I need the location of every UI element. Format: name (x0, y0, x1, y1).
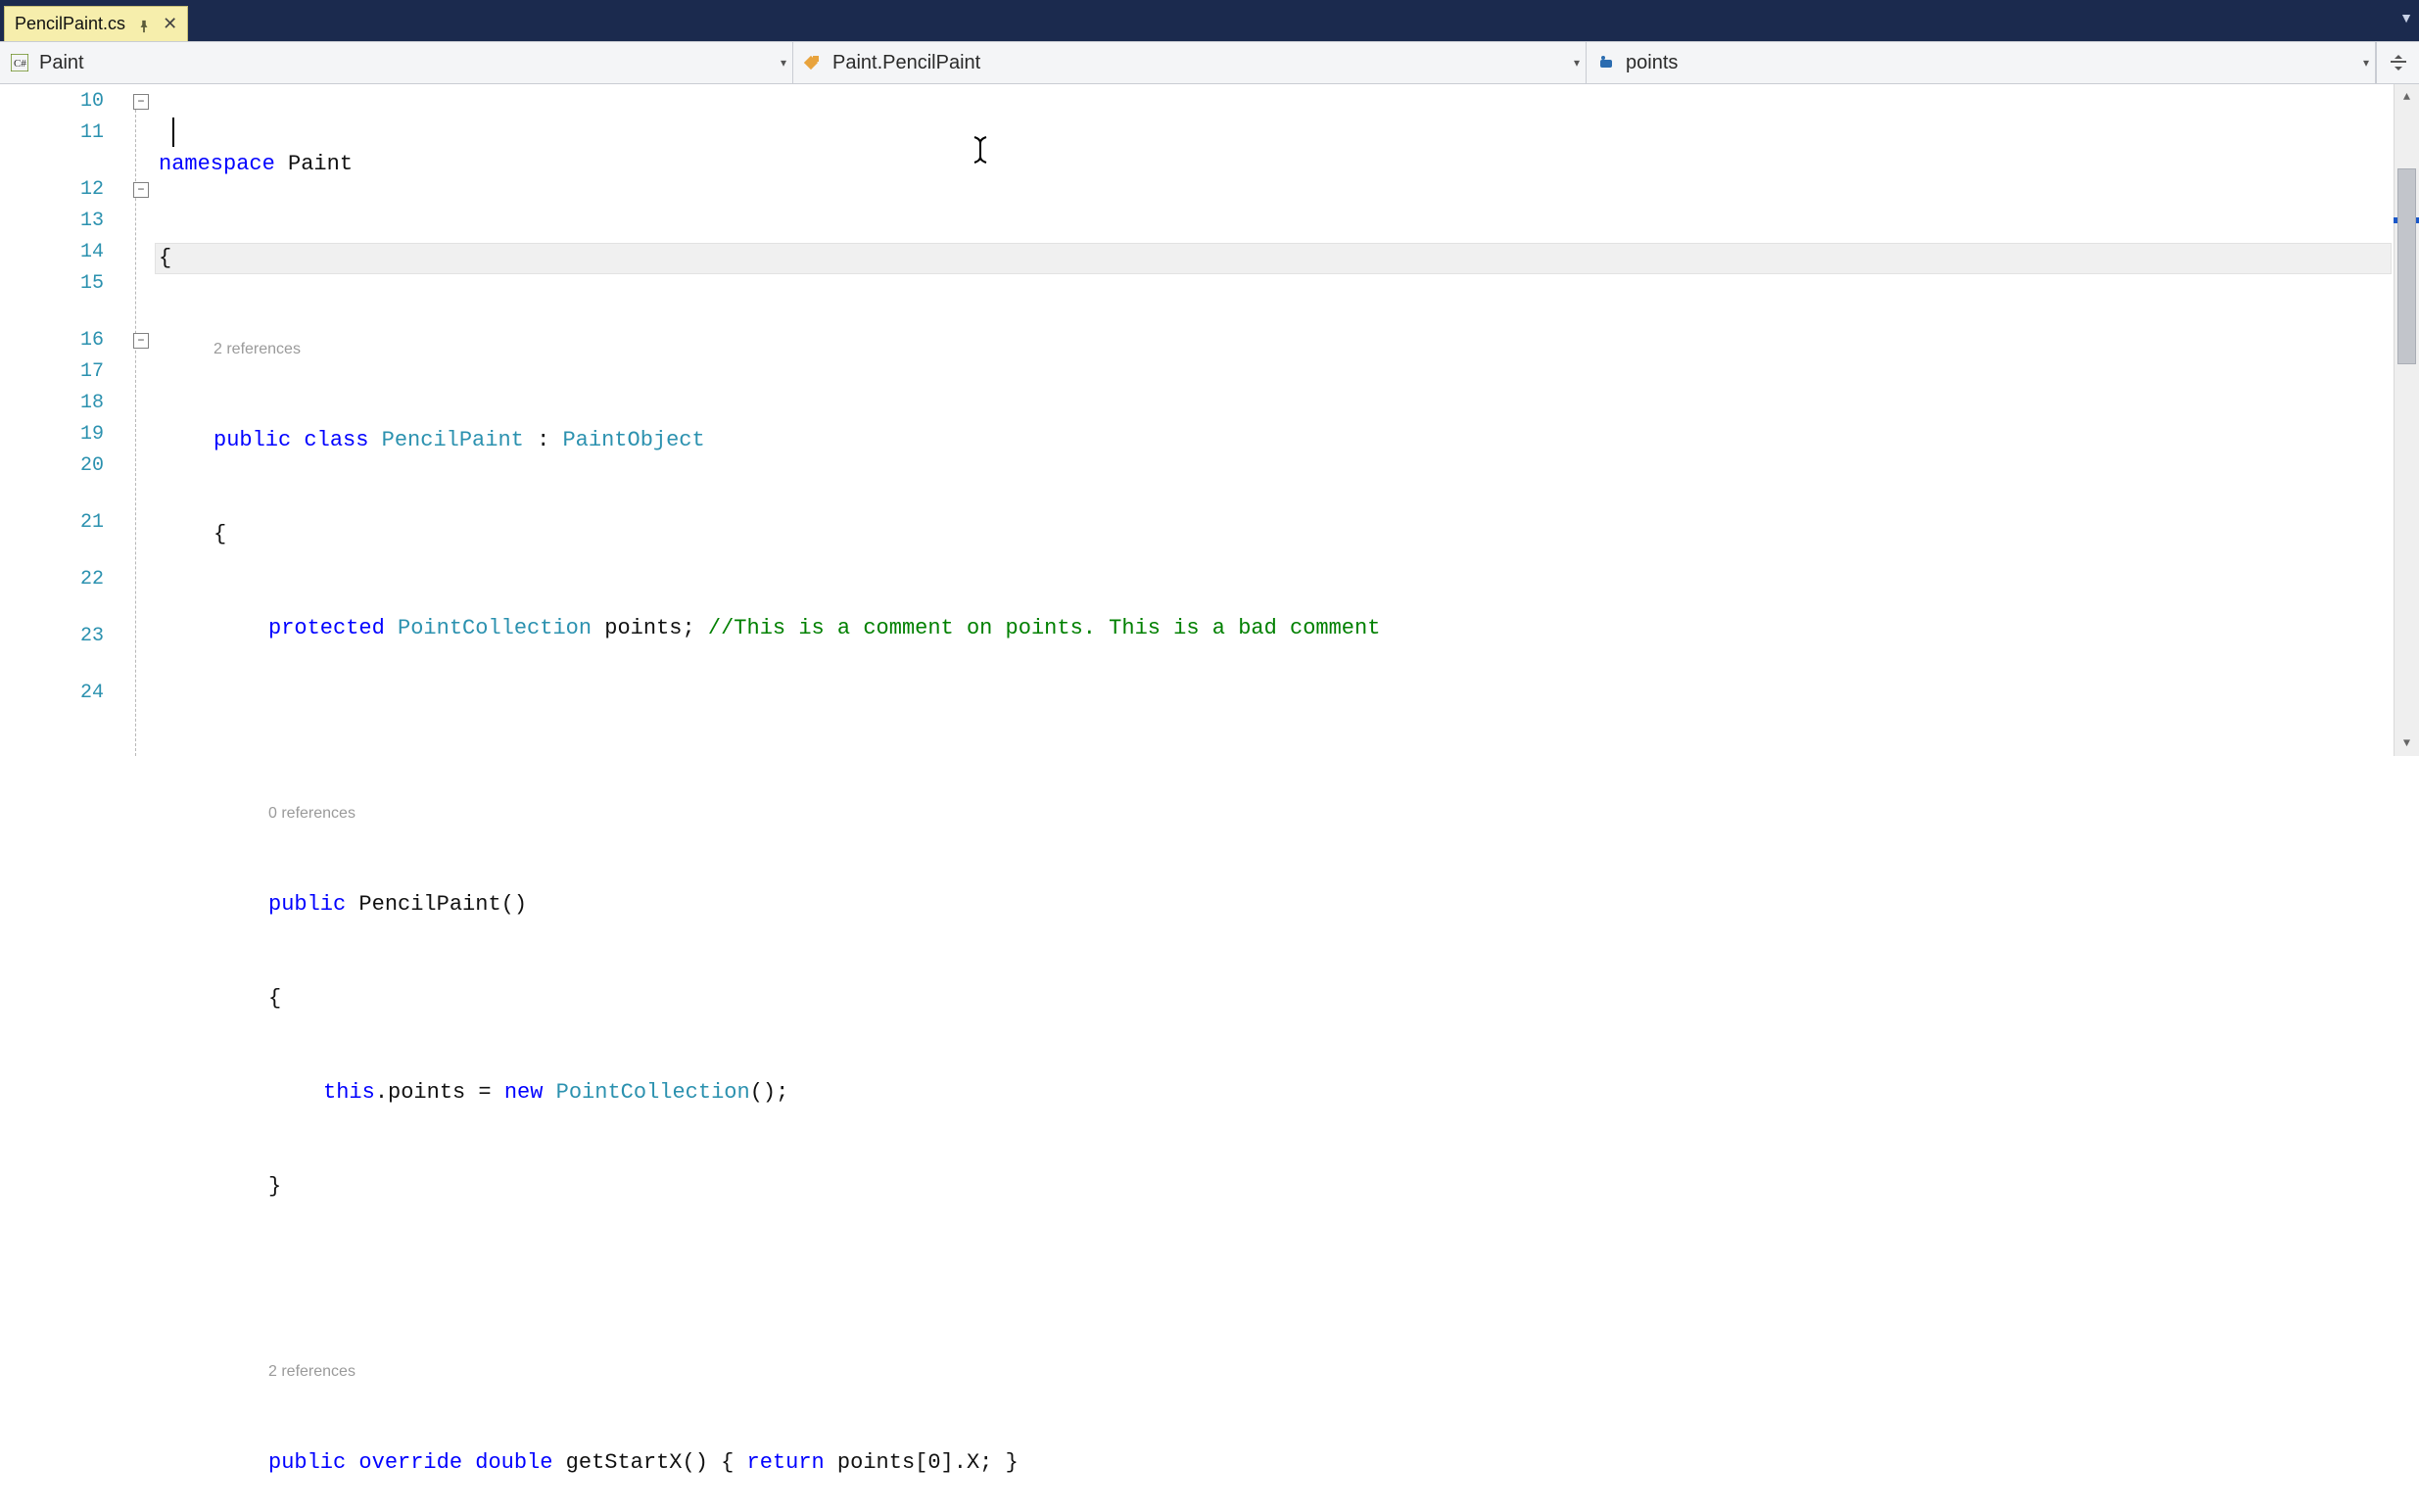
class-label: Paint.PencilPaint (832, 52, 980, 74)
code-token: PencilPaint() (346, 889, 527, 921)
code-token: { (213, 519, 226, 550)
chevron-down-icon: ▾ (781, 56, 786, 70)
current-line: { (155, 243, 2392, 274)
csharp-icon: C# (10, 53, 29, 72)
code-token: this (323, 1077, 375, 1109)
codelens[interactable]: 2 references (155, 337, 2394, 362)
code-token: class (304, 425, 368, 456)
code-content[interactable]: namespace Paint { 2 references public cl… (155, 84, 2394, 756)
line-number: 21 (10, 507, 104, 539)
split-editor-button[interactable] (2376, 42, 2419, 83)
text-caret (172, 118, 174, 147)
scope-label: Paint (39, 52, 84, 74)
code-token: Paint (275, 149, 353, 180)
scroll-thumb[interactable] (2397, 168, 2416, 364)
code-token: } (268, 1171, 281, 1203)
fold-toggle[interactable]: − (133, 333, 149, 349)
code-token: protected (268, 613, 385, 644)
line-number: 12 (10, 174, 104, 206)
code-editor[interactable]: 10 11 12 13 14 15 16 17 18 19 20 21 22 2… (0, 84, 2419, 756)
codelens[interactable]: 2 references (155, 1359, 2394, 1385)
line-number: 23 (10, 621, 104, 652)
fold-gutter: − − − (127, 84, 155, 756)
tab-bar: PencilPaint.cs ✕ ▼ (0, 0, 2419, 41)
line-number: 22 (10, 564, 104, 595)
chevron-down-icon: ▾ (2363, 56, 2369, 70)
code-token: points; (592, 613, 708, 644)
line-number: 15 (10, 268, 104, 300)
pin-icon[interactable] (137, 18, 151, 31)
member-dropdown[interactable]: points ▾ (1587, 42, 2376, 83)
line-number: 24 (10, 678, 104, 709)
scope-dropdown[interactable]: C# Paint ▾ (0, 42, 793, 83)
vertical-scrollbar[interactable]: ▲ ▼ (2394, 84, 2419, 756)
code-token: PointCollection (398, 613, 592, 644)
code-token: { (159, 243, 171, 274)
navigation-bar: C# Paint ▾ Paint.PencilPaint ▾ points ▾ (0, 41, 2419, 84)
class-icon (803, 53, 823, 72)
code-comment: //This is a comment on points. This is a… (708, 613, 1381, 644)
line-number: 16 (10, 325, 104, 356)
code-token: PointCollection (556, 1077, 750, 1109)
line-number: 18 (10, 388, 104, 419)
code-token: namespace (159, 149, 275, 180)
line-number: 14 (10, 237, 104, 268)
fold-toggle[interactable]: − (133, 182, 149, 198)
file-tab[interactable]: PencilPaint.cs ✕ (4, 6, 188, 41)
line-number: 10 (10, 86, 104, 118)
member-label: points (1626, 52, 1678, 74)
close-icon[interactable]: ✕ (163, 14, 177, 34)
class-dropdown[interactable]: Paint.PencilPaint ▾ (793, 42, 1587, 83)
code-token: { (268, 983, 281, 1015)
scroll-down-arrow[interactable]: ▼ (2395, 731, 2419, 756)
code-token: new (504, 1077, 544, 1109)
line-number: 11 (10, 118, 104, 149)
code-token: public (213, 425, 291, 456)
scroll-track[interactable] (2395, 110, 2419, 731)
line-number: 17 (10, 356, 104, 388)
line-number: 13 (10, 206, 104, 237)
tab-title: PencilPaint.cs (15, 14, 125, 34)
field-icon (1596, 53, 1616, 72)
code-token: PencilPaint (382, 425, 524, 456)
svg-text:C#: C# (14, 58, 26, 70)
code-token: PaintObject (562, 425, 704, 456)
line-number: 20 (10, 450, 104, 482)
scroll-up-arrow[interactable]: ▲ (2395, 84, 2419, 110)
tab-overflow-dropdown[interactable]: ▼ (2399, 10, 2413, 25)
chevron-down-icon: ▾ (1574, 56, 1580, 70)
line-number-gutter: 10 11 12 13 14 15 16 17 18 19 20 21 22 2… (0, 84, 127, 756)
line-number: 19 (10, 419, 104, 450)
codelens[interactable]: 0 references (155, 801, 2394, 827)
fold-toggle[interactable]: − (133, 94, 149, 110)
code-token: public (268, 889, 346, 921)
